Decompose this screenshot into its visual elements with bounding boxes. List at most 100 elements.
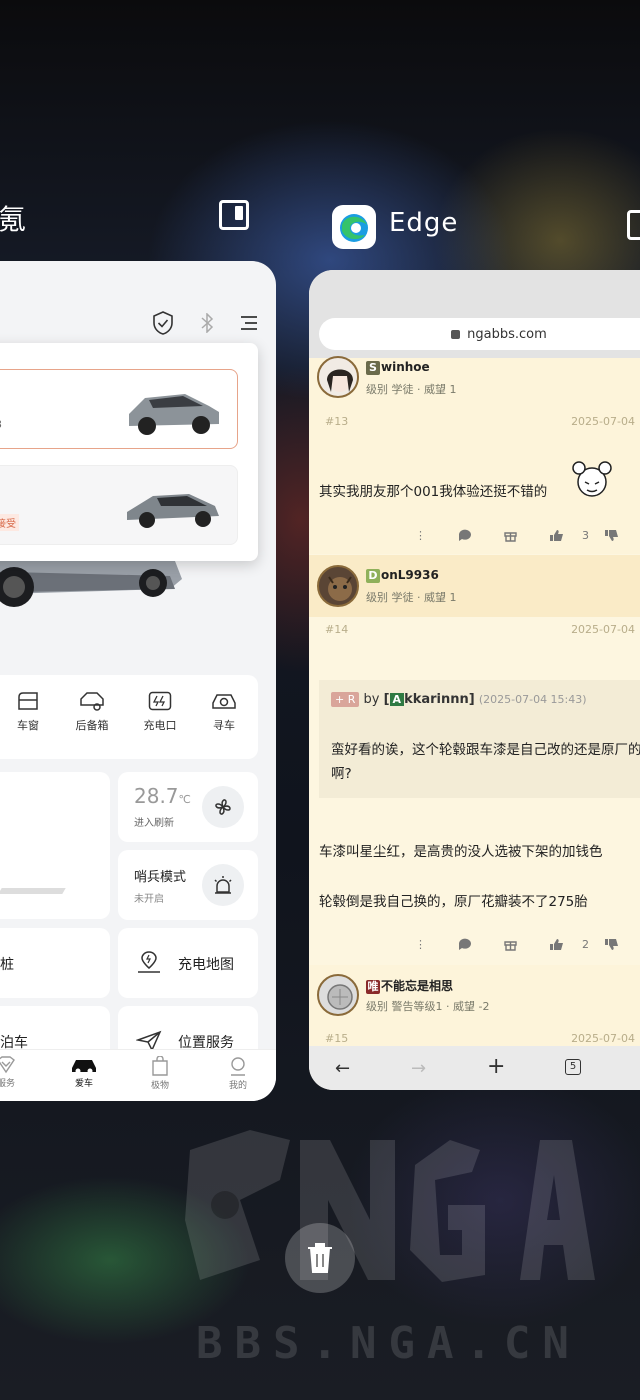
avatar[interactable]: [317, 974, 359, 1016]
left-app-title: 氪: [0, 203, 27, 236]
browser-bottom-bar: ← → + 5: [309, 1046, 640, 1090]
control-window[interactable]: 车窗: [0, 691, 56, 733]
thumbs-up-icon[interactable]: [549, 529, 564, 542]
avatar[interactable]: [317, 356, 359, 398]
car-thumbnail: [127, 494, 219, 528]
user-level: 级别 学徒 · 威望 1: [366, 383, 457, 396]
tab-profile[interactable]: 我的: [218, 1056, 258, 1091]
vehicle-option[interactable]: | 接受: [0, 465, 238, 545]
vehicle-selector-popup: 3 | 接受: [0, 343, 258, 561]
quoted-user[interactable]: [Akkarinnn]: [384, 692, 475, 707]
charging-map-tile[interactable]: 充电地图: [118, 928, 258, 998]
gift-icon[interactable]: [504, 529, 517, 542]
range-tile[interactable]: [0, 772, 110, 919]
control-charge-port[interactable]: 充电口: [132, 691, 188, 733]
comment-icon[interactable]: [458, 529, 472, 542]
trash-icon: [308, 1243, 332, 1273]
fan-icon: [215, 799, 231, 815]
fan-button[interactable]: [202, 786, 244, 828]
sentry-mode-status: 未开启: [134, 894, 164, 905]
nga-watermark-logo: [185, 1130, 595, 1282]
map-pin-icon: [138, 951, 160, 973]
thumbs-down-icon[interactable]: [604, 529, 619, 542]
like-count: 3: [582, 529, 589, 542]
temperature-tile[interactable]: 28.7℃ 进入刷新: [118, 772, 258, 842]
vehicle-option-selected[interactable]: 3: [0, 369, 238, 449]
vehicle-tag: 接受: [0, 514, 19, 531]
split-screen-icon-right[interactable]: [627, 210, 640, 240]
quick-controls-row: 车窗 后备箱 充电口 寻车: [0, 675, 258, 759]
control-label: 充电口: [143, 719, 177, 732]
floor-number: #14: [325, 623, 349, 636]
floor-number: #13: [325, 415, 349, 428]
comment-icon[interactable]: [458, 938, 472, 951]
top-toolbar: [152, 311, 258, 335]
username[interactable]: DonL9936: [366, 568, 439, 583]
tab-service[interactable]: 服务: [0, 1056, 26, 1089]
sentry-button[interactable]: [202, 864, 244, 906]
control-find-car[interactable]: 寻车: [196, 691, 252, 733]
browser-toolbar: ngabbs.com: [309, 270, 640, 358]
clear-recents-button[interactable]: [285, 1223, 355, 1293]
car-window-icon: [18, 692, 38, 710]
post-13: [309, 358, 640, 554]
quote-tag: + R: [331, 692, 360, 707]
cabin-temperature: 28.7℃: [134, 784, 191, 808]
charging-pile-label: 桩: [0, 957, 14, 973]
post-text: 其实我朋友那个001我体验还挺不错的: [319, 484, 548, 500]
like-count: 2: [582, 938, 589, 951]
post-text: 车漆叫星尘红，是高贵的没人选被下架的加钱色: [319, 844, 603, 860]
quote-by: by: [363, 692, 380, 707]
avatar[interactable]: [317, 565, 359, 607]
recent-app-card-edge[interactable]: ngabbs.com Swinhoe 级别 学徒 · 威望 1 #13 2025…: [309, 270, 640, 1090]
post-text: 轮毂倒是我自己换的，原厂花瓣装不了275胎: [319, 894, 588, 910]
range-bar: [0, 888, 66, 894]
quote-date: (2025-07-04 15:43): [478, 693, 587, 706]
lock-icon: [451, 329, 461, 339]
more-icon[interactable]: ⋮: [415, 529, 426, 542]
back-icon[interactable]: ←: [335, 1058, 350, 1079]
user-level: 级别 学徒 · 威望 1: [366, 591, 457, 604]
control-label: 寻车: [213, 719, 235, 732]
shopping-bag-icon: [152, 1056, 168, 1076]
menu-icon[interactable]: [240, 315, 258, 331]
thumbs-down-icon[interactable]: [604, 938, 619, 951]
tabs-count-button[interactable]: 5: [565, 1059, 581, 1075]
user-level: 级别 警告等级1 · 威望 -2: [366, 1000, 490, 1013]
post-date: 2025-07-04: [571, 1032, 635, 1045]
new-tab-icon[interactable]: +: [487, 1054, 505, 1079]
address-bar[interactable]: ngabbs.com: [319, 318, 640, 350]
car-icon: [72, 1060, 96, 1074]
charge-port-icon: [148, 691, 172, 711]
find-car-icon: [212, 694, 236, 709]
charging-pile-tile[interactable]: 桩: [0, 928, 110, 998]
quote-header: + R by [Akkarinnn] (2025-07-04 15:43): [331, 692, 587, 707]
more-icon[interactable]: ⋮: [415, 938, 426, 951]
control-trunk[interactable]: 后备箱: [64, 691, 120, 733]
post-date: 2025-07-04: [571, 415, 635, 428]
bluetooth-icon[interactable]: [200, 313, 214, 333]
gift-icon[interactable]: [504, 938, 517, 951]
quote-text: 蛮好看的诶，这个轮毂跟车漆是自己改的还是原厂的啊?: [331, 742, 640, 782]
service-icon: [0, 1056, 15, 1074]
profile-icon: [231, 1057, 245, 1076]
recent-app-card-zeekr[interactable]: 3 | 接受 车窗: [0, 261, 276, 1101]
thumbs-up-icon[interactable]: [549, 938, 564, 951]
watermark-url: BBS.NGA.CN: [196, 1318, 581, 1369]
post-actions: ⋮ 3: [309, 529, 640, 549]
post-actions: ⋮ 2: [309, 938, 640, 958]
username[interactable]: 唯不能忘是相思: [366, 977, 453, 994]
tab-my-car[interactable]: 爱车: [64, 1056, 104, 1089]
post-date: 2025-07-04: [571, 623, 635, 636]
split-screen-icon[interactable]: [219, 200, 249, 230]
username[interactable]: Swinhoe: [366, 360, 430, 375]
sentry-mode-tile[interactable]: 哨兵模式 未开启: [118, 850, 258, 920]
url-text: ngabbs.com: [467, 326, 547, 342]
trunk-icon: [80, 692, 104, 711]
forward-icon[interactable]: →: [411, 1058, 426, 1079]
shield-check-icon[interactable]: [152, 311, 174, 335]
floor-number: #15: [325, 1032, 349, 1045]
quoted-reply: + R by [Akkarinnn] (2025-07-04 15:43) 蛮好…: [319, 680, 640, 798]
tab-shop[interactable]: 极物: [140, 1056, 180, 1091]
right-app-title: Edge: [389, 208, 459, 238]
